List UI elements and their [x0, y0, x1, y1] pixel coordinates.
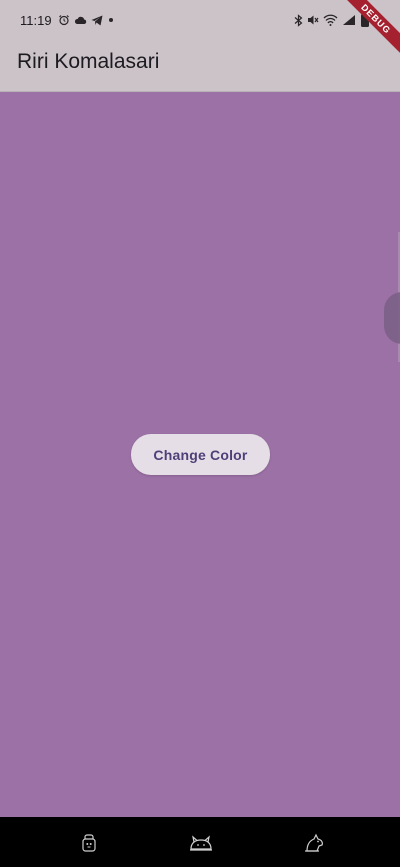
status-bar: 11:19 — [0, 0, 400, 38]
recent-apps-icon — [80, 833, 98, 853]
home-cat-icon — [188, 833, 214, 853]
recent-apps-button[interactable] — [77, 831, 101, 855]
alarm-icon — [58, 14, 70, 26]
edge-panel-handle[interactable] — [384, 292, 400, 344]
status-time: 11:19 — [20, 13, 52, 28]
top-bar-area: 11:19 DEBUG Riri Komalasari — [0, 0, 400, 92]
status-right-icons — [294, 12, 370, 28]
signal-icon — [342, 14, 356, 26]
back-button[interactable] — [302, 831, 326, 855]
app-bar-title: Riri Komalasari — [17, 50, 160, 73]
dot-icon — [107, 16, 115, 24]
mute-icon — [307, 14, 319, 26]
bluetooth-icon — [294, 13, 303, 27]
status-left-icons — [58, 12, 115, 28]
telegram-icon — [91, 15, 103, 26]
wifi-icon — [323, 14, 338, 26]
change-color-button[interactable]: Change Color — [131, 434, 270, 475]
home-button[interactable] — [187, 831, 215, 855]
cloud-icon — [74, 15, 87, 25]
back-icon — [303, 833, 325, 853]
system-nav-bar — [0, 817, 400, 867]
